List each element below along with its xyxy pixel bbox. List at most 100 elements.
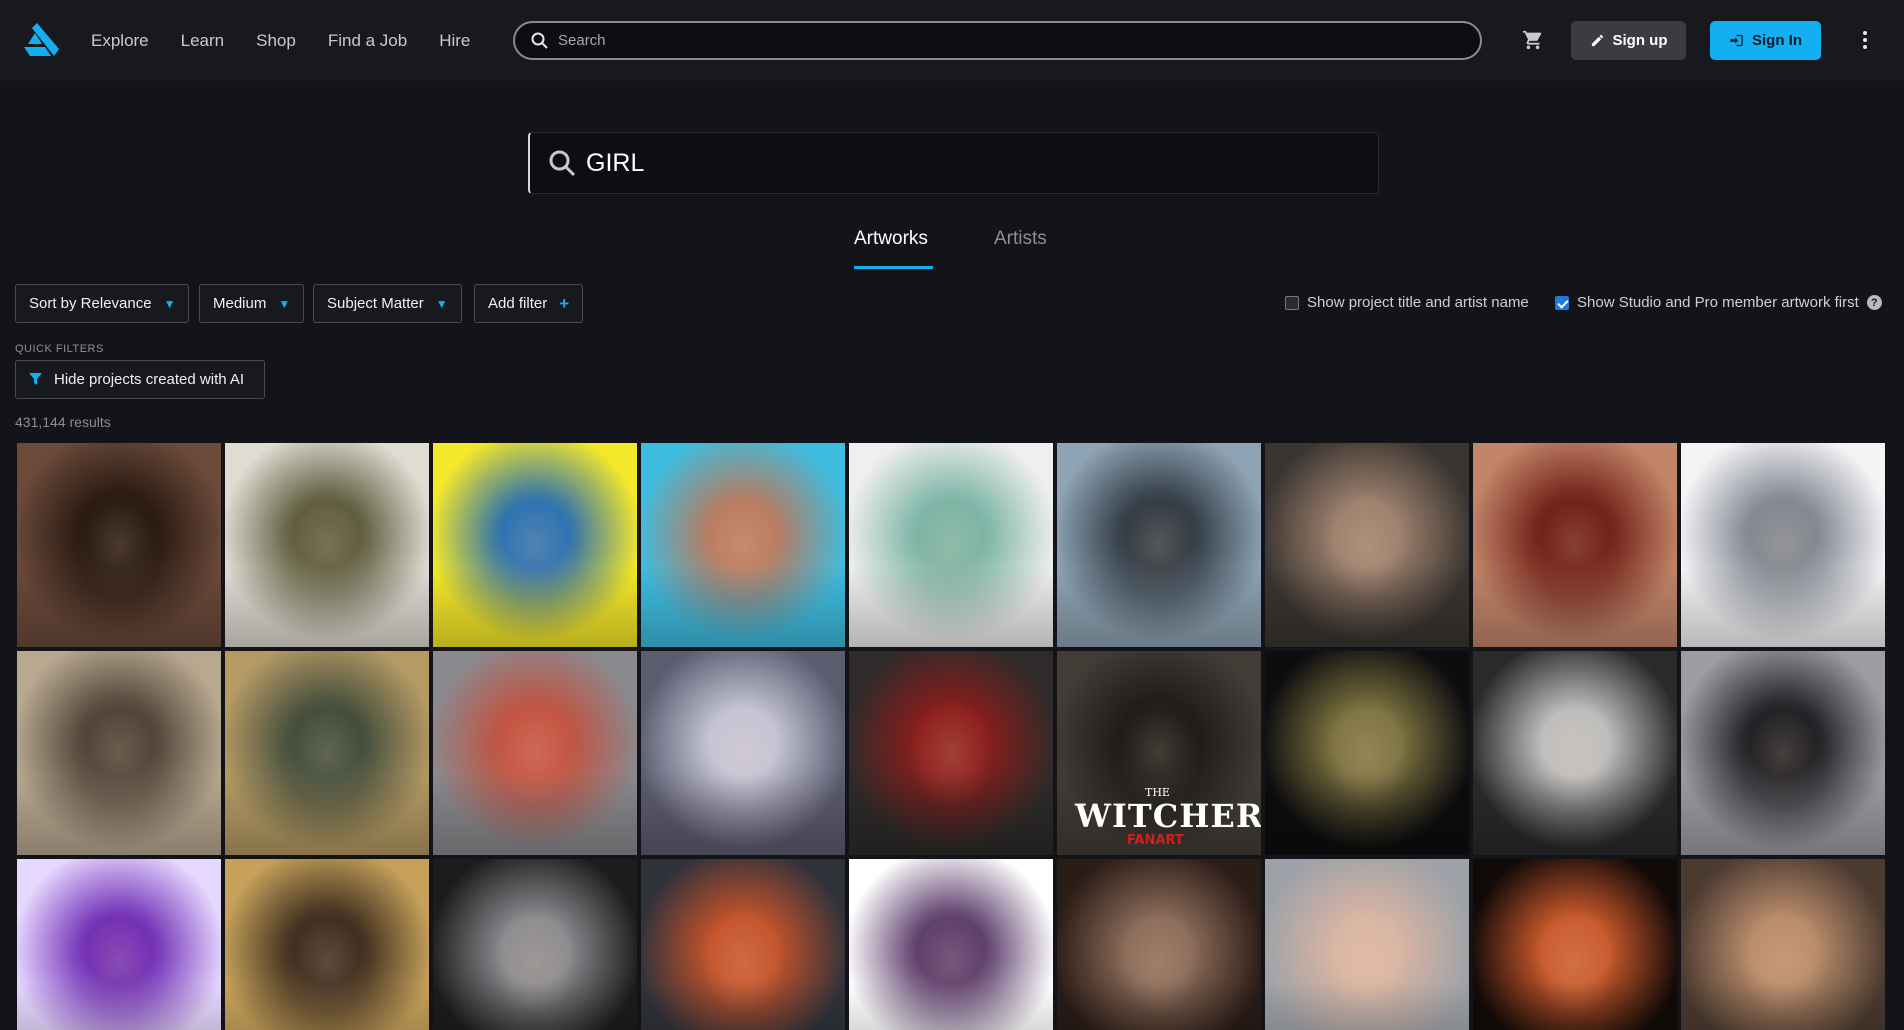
witcher-fanart-text: FANART [1127,833,1184,848]
artwork-thumbnail-blue-eyes-stylized[interactable] [1265,859,1469,1030]
medium-dropdown[interactable]: Medium ▼ [199,284,305,323]
artwork-figure [17,651,221,855]
artstation-logo-icon[interactable] [24,23,59,56]
main-search-box[interactable] [528,132,1379,194]
studio-first-checkbox[interactable] [1555,295,1569,310]
artwork-figure [641,443,845,647]
tab-artists[interactable]: Artists [994,228,1047,250]
artwork-figure [1681,443,1885,647]
shopping-cart-icon[interactable] [1522,29,1544,51]
artwork-thumbnail-masked-dark-figure[interactable] [1681,651,1885,855]
sign-in-label: Sign In [1752,32,1802,49]
artwork-figure [17,859,221,1030]
artwork-thumbnail-fire-spirit[interactable] [1473,859,1677,1030]
artwork-thumbnail-pink-hair-neon-makeup[interactable] [641,443,845,647]
artwork-figure [849,859,1053,1030]
sort-dropdown[interactable]: Sort by Relevance ▼ [15,284,190,323]
help-icon[interactable]: ? [1866,295,1882,310]
artwork-figure [1681,859,1885,1030]
artwork-thumbnail-red-motorbike-night[interactable] [849,651,1053,855]
artwork-thumbnail-white-hair-stylized[interactable] [641,651,845,855]
subject-matter-label: Subject Matter [327,295,424,312]
artwork-thumbnail-creature-sculpt[interactable] [1265,651,1469,855]
artwork-thumbnail-anime-girl-purple-coat[interactable] [849,859,1053,1030]
artwork-thumbnail-bob-hair-realistic[interactable] [1265,443,1469,647]
results-count: 431,144 results [15,414,111,430]
artwork-figure [1473,443,1677,647]
artwork-figure [849,443,1053,647]
login-icon [1730,34,1743,47]
nav-shop[interactable]: Shop [256,31,296,51]
artwork-figure [1057,443,1261,647]
artwork-figure [1057,859,1261,1030]
artwork-thumbnail-ink-samurai-woman[interactable] [1681,443,1885,647]
nav-explore[interactable]: Explore [91,31,149,51]
nav-learn[interactable]: Learn [181,31,224,51]
add-filter-button[interactable]: Add filter + [474,284,584,323]
filter-funnel-icon [29,373,42,385]
nav-find-a-job[interactable]: Find a Job [328,31,407,51]
artwork-thumbnail-ornate-helmet-woman[interactable] [225,651,429,855]
artwork-figure [641,651,845,855]
hide-ai-filter-button[interactable]: Hide projects created with AI [15,360,265,399]
search-icon [549,150,576,177]
artwork-figure [433,651,637,855]
top-search-input[interactable] [558,32,1458,49]
artwork-thumbnail-cartoon-kids-trio[interactable] [433,651,637,855]
artwork-thumbnail-samurai-girl-sketch[interactable] [849,443,1053,647]
artwork-figure [225,651,429,855]
chevron-down-icon: ▼ [435,296,448,311]
artwork-figure [17,443,221,647]
top-navigation-bar: Explore Learn Shop Find a Job Hire Sign … [0,0,1904,81]
show-title-checkbox[interactable] [1285,295,1299,310]
witcher-title-text: WITCHER [1075,797,1261,835]
artwork-figure [1265,443,1469,647]
subject-matter-dropdown[interactable]: Subject Matter ▼ [313,284,462,323]
pencil-icon [1591,34,1603,47]
artwork-thumbnail-witcher-fanart[interactable]: THE WITCHER FANART [1057,651,1261,855]
artwork-figure [1473,651,1677,855]
artwork-thumbnail-soldier-garage[interactable] [641,859,845,1030]
hide-ai-label: Hide projects created with AI [54,371,245,388]
artwork-thumbnail-portrait-brunette-freckles[interactable] [17,443,221,647]
results-tabs: Artworks Artists [0,222,1904,270]
sign-up-button[interactable]: Sign up [1571,21,1686,60]
artwork-figure [225,443,429,647]
artwork-thumbnail-purple-oni-girl[interactable] [17,859,221,1030]
studio-first-option[interactable]: Show Studio and Pro member artwork first… [1555,294,1882,311]
more-options-icon[interactable] [1862,30,1868,50]
sort-label: Sort by Relevance [29,295,152,312]
show-title-option[interactable]: Show project title and artist name [1285,294,1529,311]
artwork-grid: THE WITCHER FANART [17,443,1889,1030]
artwork-thumbnail-victorian-woman[interactable] [1681,859,1885,1030]
add-filter-label: Add filter [488,295,548,312]
studio-first-label: Show Studio and Pro member artwork first [1577,294,1859,311]
tab-artworks[interactable]: Artworks [854,228,928,250]
artwork-thumbnail-dark-hair-realistic[interactable] [1057,859,1261,1030]
sign-in-button[interactable]: Sign In [1710,21,1821,60]
artwork-figure [1681,651,1885,855]
artwork-thumbnail-short-hair-red-scarf[interactable] [1473,443,1677,647]
show-title-label: Show project title and artist name [1307,294,1529,311]
artwork-thumbnail-golden-hat-portrait[interactable] [225,859,429,1030]
main-search-input[interactable] [586,148,1346,178]
artwork-figure [641,859,845,1030]
artwork-thumbnail-armored-woman-desert[interactable] [225,443,429,647]
artwork-figure [1473,859,1677,1030]
artwork-thumbnail-girl-city-rooftop[interactable] [1057,443,1261,647]
artwork-thumbnail-cyberpunk-rainbow-hair[interactable] [433,443,637,647]
active-tab-indicator [854,266,933,269]
medium-label: Medium [213,295,267,312]
artwork-thumbnail-blonde-warrior-close[interactable] [17,651,221,855]
artwork-figure [433,859,637,1030]
artwork-thumbnail-stone-sculpture-embrace[interactable] [1473,651,1677,855]
artwork-figure [1265,651,1469,855]
plus-icon: + [559,293,570,313]
artwork-thumbnail-thorn-crown-sculpt[interactable] [433,859,637,1030]
search-icon [531,32,548,49]
chevron-down-icon: ▼ [278,296,291,311]
artwork-figure [433,443,637,647]
top-search-bar[interactable] [513,21,1482,60]
artwork-figure [849,651,1053,855]
nav-hire[interactable]: Hire [439,31,470,51]
